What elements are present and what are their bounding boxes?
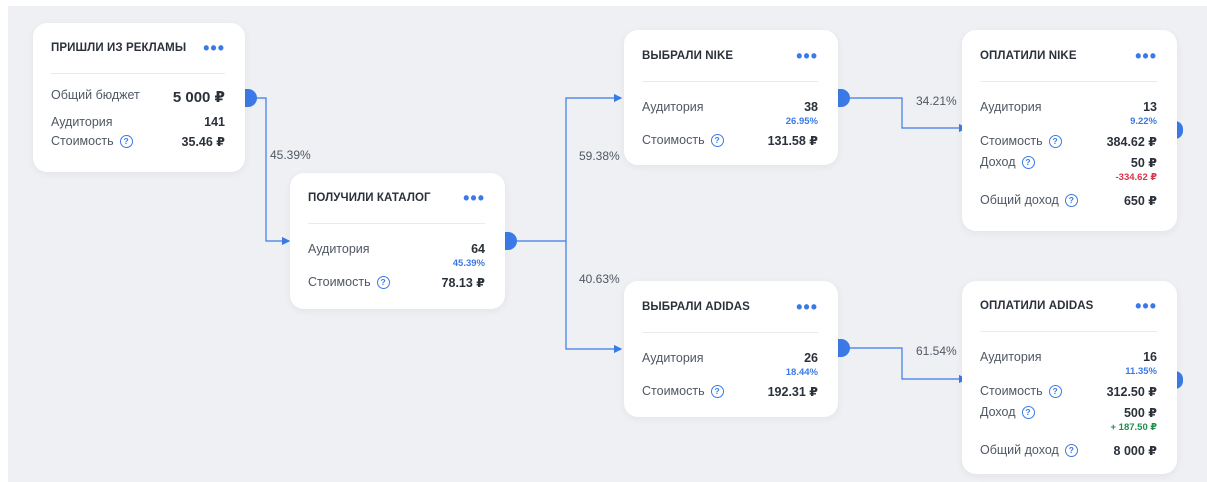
audience-percent: 45.39% (452, 258, 485, 269)
cost-label: Стоимость (308, 275, 371, 289)
node-title: ПРИШЛИ ИЗ РЕКЛАМЫ (51, 42, 187, 54)
budget-value: 5 000 ₽ (172, 89, 225, 106)
cost-label: Стоимость (980, 134, 1043, 148)
audience-label: Аудитория (980, 100, 1042, 114)
edge-label: 34.21% (916, 94, 957, 108)
total-income-value: 650 ₽ (1123, 194, 1157, 208)
income-value: 500 ₽ (1123, 406, 1157, 420)
cost-label: Стоимость (980, 384, 1043, 398)
node-title: ОПЛАТИЛИ ADIDAS (980, 300, 1094, 312)
audience-value: 38 (804, 100, 818, 114)
help-icon[interactable]: ? (1021, 406, 1035, 419)
cost-label: Стоимость (642, 384, 705, 398)
income-label: Доход (980, 405, 1016, 419)
income-label: Доход (980, 155, 1016, 169)
help-icon[interactable]: ? (710, 134, 724, 147)
income-value: 50 ₽ (1130, 156, 1157, 170)
node-catalog[interactable]: ПОЛУЧИЛИ КАТАЛОГ ••• Аудитория 64 45.39% … (290, 173, 505, 309)
cost-value: 35.46 ₽ (181, 135, 225, 149)
more-menu-icon[interactable]: ••• (1135, 47, 1157, 65)
income-diff: + 187.50 ₽ (1110, 422, 1158, 433)
audience-label: Аудитория (51, 115, 113, 129)
cost-value: 384.62 ₽ (1106, 135, 1157, 149)
audience-value: 13 (1143, 100, 1157, 114)
node-title: ОПЛАТИЛИ NIKE (980, 49, 1077, 62)
audience-label: Аудитория (308, 242, 370, 256)
node-title: ВЫБРАЛИ NIKE (642, 49, 734, 62)
node-paid-adidas[interactable]: ОПЛАТИЛИ ADIDAS ••• Аудитория 16 11.35% С… (962, 281, 1177, 474)
more-menu-icon[interactable]: ••• (796, 47, 818, 65)
help-icon[interactable]: ? (710, 385, 724, 398)
help-icon[interactable]: ? (119, 135, 133, 148)
audience-percent: 9.22% (1130, 116, 1157, 127)
audience-percent: 11.35% (1125, 366, 1157, 377)
audience-label: Аудитория (642, 351, 704, 365)
help-icon[interactable]: ? (1021, 156, 1035, 169)
more-menu-icon[interactable]: ••• (463, 189, 485, 207)
node-nike[interactable]: ВЫБРАЛИ NIKE ••• Аудитория 38 26.95% Стои… (624, 30, 838, 165)
audience-value: 64 (471, 242, 485, 256)
node-paid-nike[interactable]: ОПЛАТИЛИ NIKE ••• Аудитория 13 9.22% Стои… (962, 30, 1177, 231)
audience-label: Аудитория (980, 350, 1042, 364)
help-icon[interactable]: ? (1048, 385, 1062, 398)
more-menu-icon[interactable]: ••• (203, 39, 225, 57)
audience-percent: 26.95% (785, 116, 818, 127)
edge-label: 61.54% (916, 344, 957, 358)
help-icon[interactable]: ? (1064, 444, 1078, 457)
more-menu-icon[interactable]: ••• (1135, 297, 1157, 315)
edge-label: 45.39% (270, 148, 311, 162)
total-income-label: Общий доход (980, 193, 1059, 207)
node-ads[interactable]: ПРИШЛИ ИЗ РЕКЛАМЫ ••• Общий бюджет 5 000… (33, 23, 245, 172)
total-income-value: 8 000 ₽ (1113, 444, 1157, 458)
audience-value: 141 (204, 115, 225, 129)
audience-percent: 18.44% (785, 367, 818, 378)
node-adidas[interactable]: ВЫБРАЛИ ADIDAS ••• Аудитория 26 18.44% Ст… (624, 281, 838, 417)
help-icon[interactable]: ? (1048, 135, 1062, 148)
cost-value: 192.31 ₽ (767, 385, 818, 399)
cost-value: 312.50 ₽ (1106, 385, 1157, 399)
budget-label: Общий бюджет (51, 88, 140, 102)
cost-value: 131.58 ₽ (767, 134, 818, 148)
edge-label: 40.63% (579, 272, 620, 286)
cost-value: 78.13 ₽ (441, 276, 485, 290)
node-title: ПОЛУЧИЛИ КАТАЛОГ (308, 192, 431, 204)
cost-label: Стоимость (51, 134, 114, 148)
help-icon[interactable]: ? (376, 276, 390, 289)
income-diff: -334.62 ₽ (1115, 172, 1157, 183)
total-income-label: Общий доход (980, 443, 1059, 457)
audience-label: Аудитория (642, 100, 704, 114)
audience-value: 26 (804, 351, 818, 365)
edge-label: 59.38% (579, 149, 620, 163)
more-menu-icon[interactable]: ••• (796, 298, 818, 316)
cost-label: Стоимость (642, 133, 705, 147)
node-title: ВЫБРАЛИ ADIDAS (642, 300, 750, 313)
help-icon[interactable]: ? (1064, 194, 1078, 207)
audience-value: 16 (1143, 350, 1157, 364)
